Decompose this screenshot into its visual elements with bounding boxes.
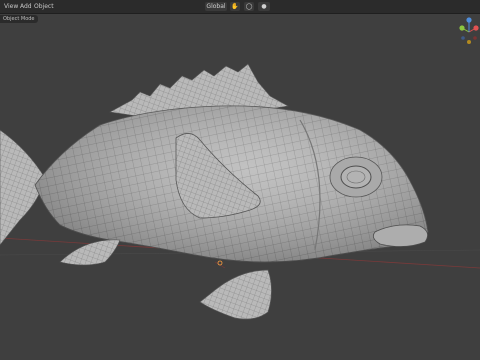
gizmo-x-axis	[473, 25, 479, 31]
mode-badge-label: Object Mode	[3, 16, 35, 22]
3d-viewport[interactable]: View Add Object Global ✋ ◯ ● Object Mode	[0, 0, 480, 360]
pelvic-fin	[199, 269, 272, 320]
proportional-edit-button[interactable]: ◯	[244, 2, 254, 11]
mode-badge[interactable]: Object Mode	[0, 15, 38, 23]
gizmo-y-axis	[459, 25, 465, 31]
eye	[340, 165, 372, 189]
gizmo-z-axis	[466, 17, 472, 23]
anal-fin	[59, 239, 121, 266]
fish-mesh[interactable]	[0, 0, 480, 360]
shading-label: Global	[206, 3, 226, 10]
menu-object[interactable]: Object	[32, 1, 56, 13]
transform-orientation-dropdown[interactable]: Global	[205, 2, 227, 11]
viewport-header: View Add Object Global ✋ ◯ ●	[0, 0, 480, 14]
hand-icon: ✋	[231, 3, 239, 10]
circle-icon: ◯	[245, 3, 253, 10]
object-origin	[217, 260, 223, 266]
viewport-shading-button[interactable]: ●	[258, 2, 270, 11]
navigation-gizmo[interactable]	[458, 12, 480, 52]
snap-button[interactable]: ✋	[230, 2, 240, 11]
sphere-shading-icon: ●	[261, 3, 267, 10]
